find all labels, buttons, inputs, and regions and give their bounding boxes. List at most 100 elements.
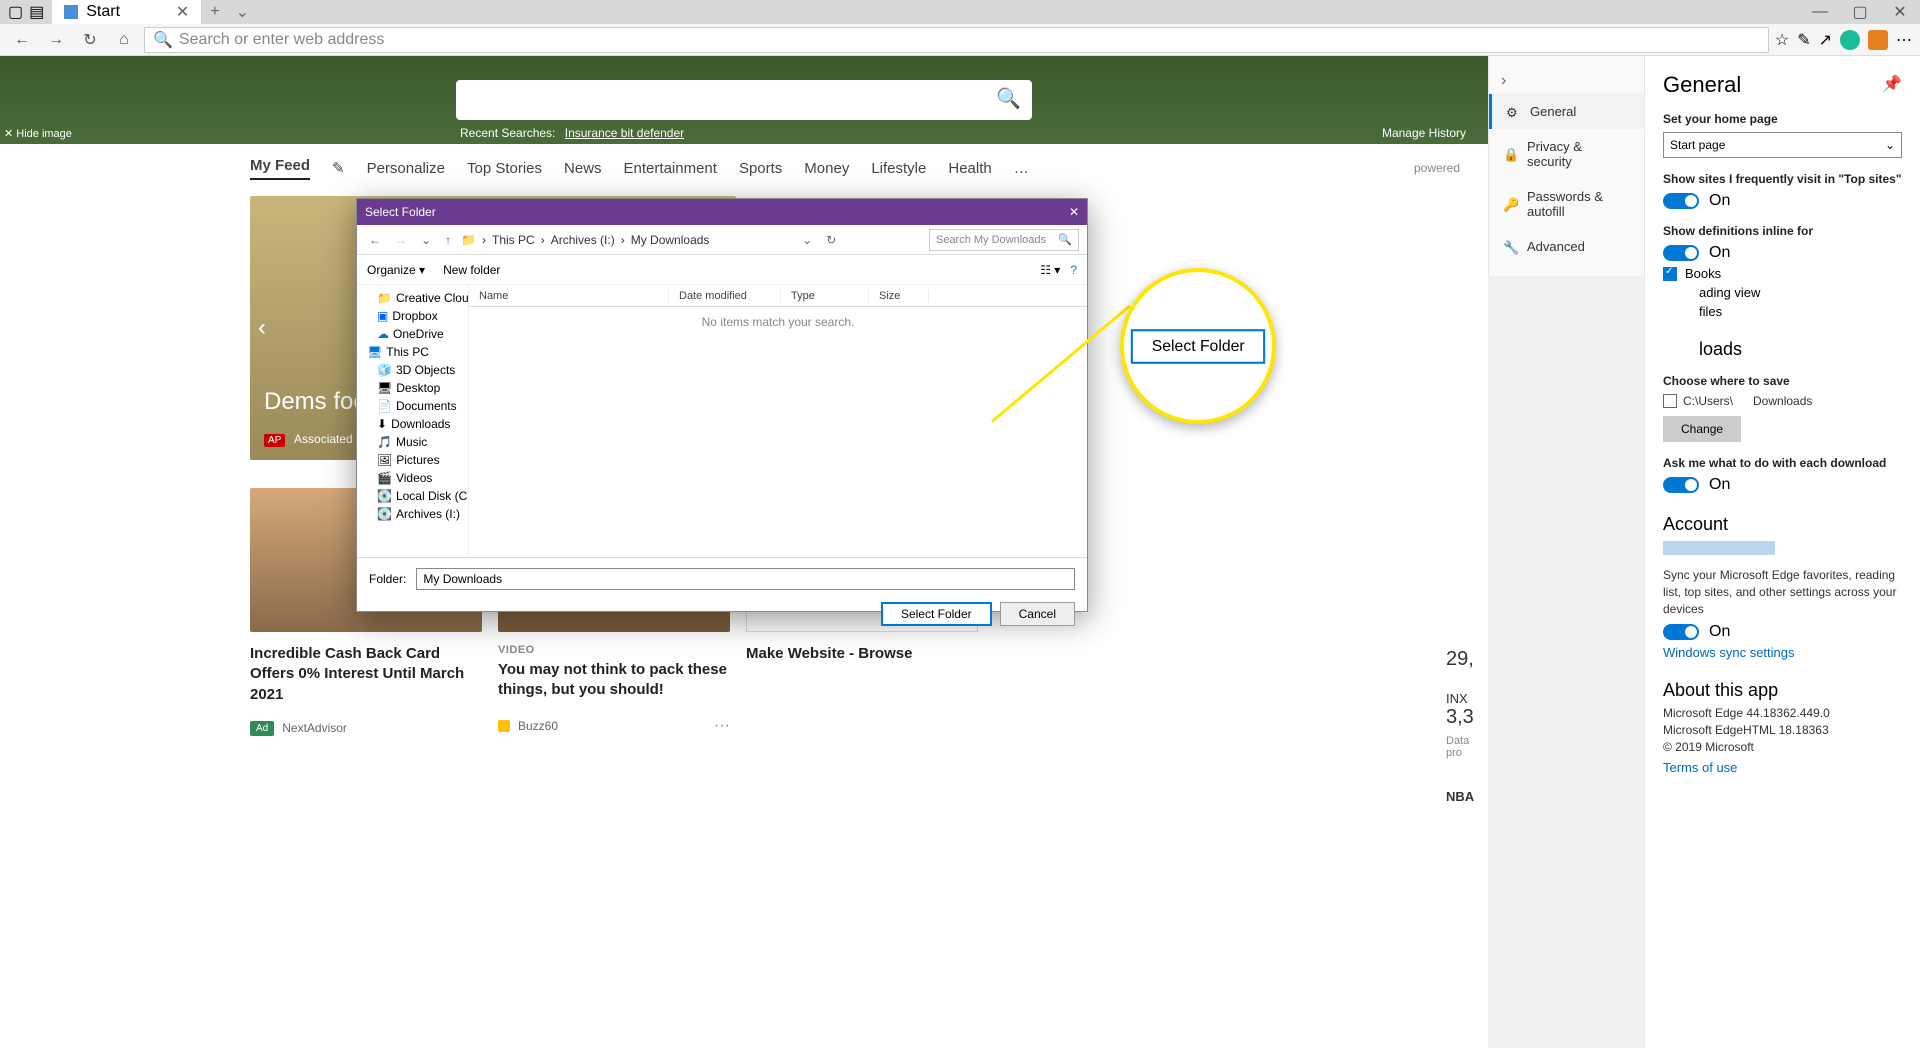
breadcrumb-archives[interactable]: Archives (I:) [551,233,615,247]
dlg-search-input[interactable]: Search My Downloads 🔍 [929,229,1079,251]
close-button[interactable]: ✕ [1880,0,1920,24]
hide-image-button[interactable]: ✕ Hide image [4,127,72,140]
card-meta: Buzz60 ··· [498,717,730,735]
definitions-toggle[interactable] [1663,245,1699,261]
path-suffix: Downloads [1753,394,1812,408]
folder-icon: 📁 [461,233,476,247]
tabs-icon[interactable]: ▤ [29,2,44,22]
forward-button[interactable]: → [42,26,70,54]
folder-name-input[interactable] [416,568,1075,590]
about-line-2: Microsoft EdgeHTML 18.18363 [1663,722,1902,739]
extension-icon-2[interactable] [1868,30,1888,50]
feed-tab-personalize[interactable]: Personalize [367,160,445,177]
expand-nav-icon[interactable]: › [1489,68,1644,94]
browser-tab[interactable]: Start ✕ [52,0,202,24]
dlg-crumb-dropdown-icon[interactable]: ⌄ [798,233,816,247]
feed-tab-health[interactable]: Health [948,160,991,177]
reading-checkbox-row[interactable]: ading view [1699,285,1902,300]
tree-node: 🖥This PC [363,343,462,361]
cancel-button[interactable]: Cancel [1000,602,1075,626]
toggle-state: On [1709,623,1730,641]
home-page-select[interactable]: Start page ⌄ [1663,132,1902,158]
recent-label: Recent Searches: [460,126,555,140]
bing-search-box[interactable]: 🔍 [456,80,1032,120]
organize-menu[interactable]: Organize ▾ [367,263,425,277]
files-checkbox-row[interactable]: files [1699,304,1902,319]
breadcrumb-my-downloads[interactable]: My Downloads [631,233,710,247]
feed-tab-top-stories[interactable]: Top Stories [467,160,542,177]
change-button[interactable]: Change [1663,416,1741,442]
sync-toggle[interactable] [1663,624,1699,640]
menu-icon[interactable]: ⋯ [1896,30,1912,50]
manage-history-link[interactable]: Manage History [1382,126,1466,140]
stock-symbol: INX [1446,691,1482,706]
set-aside-icon[interactable]: ▢ [8,2,23,22]
books-checkbox-row[interactable]: Books [1663,266,1902,281]
folder-tree[interactable]: 📁Creative Cloud Fil ▣Dropbox ☁OneDrive 🖥… [357,285,469,557]
dlg-forward-icon[interactable]: → [391,233,411,247]
top-sites-toggle[interactable] [1663,193,1699,209]
view-options-icon[interactable]: ☷ ▾ [1040,263,1060,277]
settings-nav-general[interactable]: ⚙ General [1489,94,1644,129]
reading-list-icon[interactable]: ✎ [1797,30,1810,50]
address-bar[interactable]: 🔍 Search or enter web address [144,27,1769,53]
toolbar-right: ☆ ✎ ↗ ⋯ [1775,30,1912,50]
tree-node: ☁OneDrive [363,325,462,343]
favorites-icon[interactable]: ☆ [1775,30,1789,50]
feed-tab-entertainment[interactable]: Entertainment [624,160,717,177]
new-tab-button[interactable]: + [202,3,227,21]
pin-icon[interactable]: 📌 [1882,74,1902,94]
definitions-label: Show definitions inline for [1663,224,1902,238]
tab-dropdown[interactable]: ⌄ [228,2,257,22]
ask-download-toggle[interactable] [1663,477,1699,493]
extension-icon-1[interactable] [1840,30,1860,50]
tab-close-icon[interactable]: ✕ [176,2,189,22]
settings-nav-privacy[interactable]: 🔒 Privacy & security [1489,129,1644,179]
feed-tab-news[interactable]: News [564,160,602,177]
feed-tab-my-feed[interactable]: My Feed [250,157,310,180]
dlg-back-icon[interactable]: ← [365,233,385,247]
download-path-row: C:\Users\ Downloads [1663,394,1902,408]
feed-tab-sports[interactable]: Sports [739,160,782,177]
card-more-icon[interactable]: ··· [714,717,730,735]
folder-icon [1663,394,1677,408]
refresh-button[interactable]: ↻ [76,26,104,54]
search-icon: 🔍 [1058,233,1072,246]
prev-story-icon[interactable]: ‹ [258,314,266,342]
feed-tab-more[interactable]: … [1014,160,1029,177]
new-folder-button[interactable]: New folder [443,263,500,277]
dialog-bottom: Folder: Select Folder Cancel [357,557,1087,636]
breadcrumb-this-pc[interactable]: This PC [492,233,535,247]
maximize-button[interactable]: ▢ [1840,0,1880,24]
dialog-close-icon[interactable]: ✕ [1069,205,1079,219]
feed-nav: My Feed ✎ Personalize Top Stories News E… [0,144,1488,192]
settings-nav-advanced[interactable]: 🔧 Advanced [1489,229,1644,264]
sync-toggle-row: On [1663,623,1902,641]
search-icon: 🔍 [153,30,173,50]
dlg-up-icon[interactable]: ↑ [441,233,455,247]
breadcrumb-sep: › [482,233,486,247]
settings-nav: › ⚙ General 🔒 Privacy & security 🔑 Passw… [1488,56,1644,276]
card-source: Buzz60 [518,719,558,733]
back-button[interactable]: ← [8,26,36,54]
tab-favicon [64,5,78,19]
minimize-button[interactable]: — [1800,0,1840,24]
home-button[interactable]: ⌂ [110,26,138,54]
nav-label: General [1530,104,1576,119]
column-headers[interactable]: Name Date modified Type Size [469,285,1087,307]
share-icon[interactable]: ↗ [1819,30,1832,50]
help-icon[interactable]: ? [1070,263,1077,277]
settings-nav-passwords[interactable]: 🔑 Passwords & autofill [1489,179,1644,229]
sync-settings-link[interactable]: Windows sync settings [1663,645,1902,660]
search-submit-icon[interactable]: 🔍 [996,86,1024,114]
titlebar: ▢ ▤ Start ✕ + ⌄ — ▢ ✕ [0,0,1920,24]
dlg-refresh-icon[interactable]: ↻ [822,233,840,247]
feed-tab-lifestyle[interactable]: Lifestyle [871,160,926,177]
dlg-recent-icon[interactable]: ⌄ [417,233,435,247]
terms-link[interactable]: Terms of use [1663,760,1902,775]
gear-icon: ⚙ [1506,105,1520,119]
feed-tab-money[interactable]: Money [804,160,849,177]
recent-item[interactable]: Insurance bit defender [565,126,684,140]
checkbox-checked-icon[interactable] [1663,267,1677,281]
select-folder-button[interactable]: Select Folder [881,602,992,626]
